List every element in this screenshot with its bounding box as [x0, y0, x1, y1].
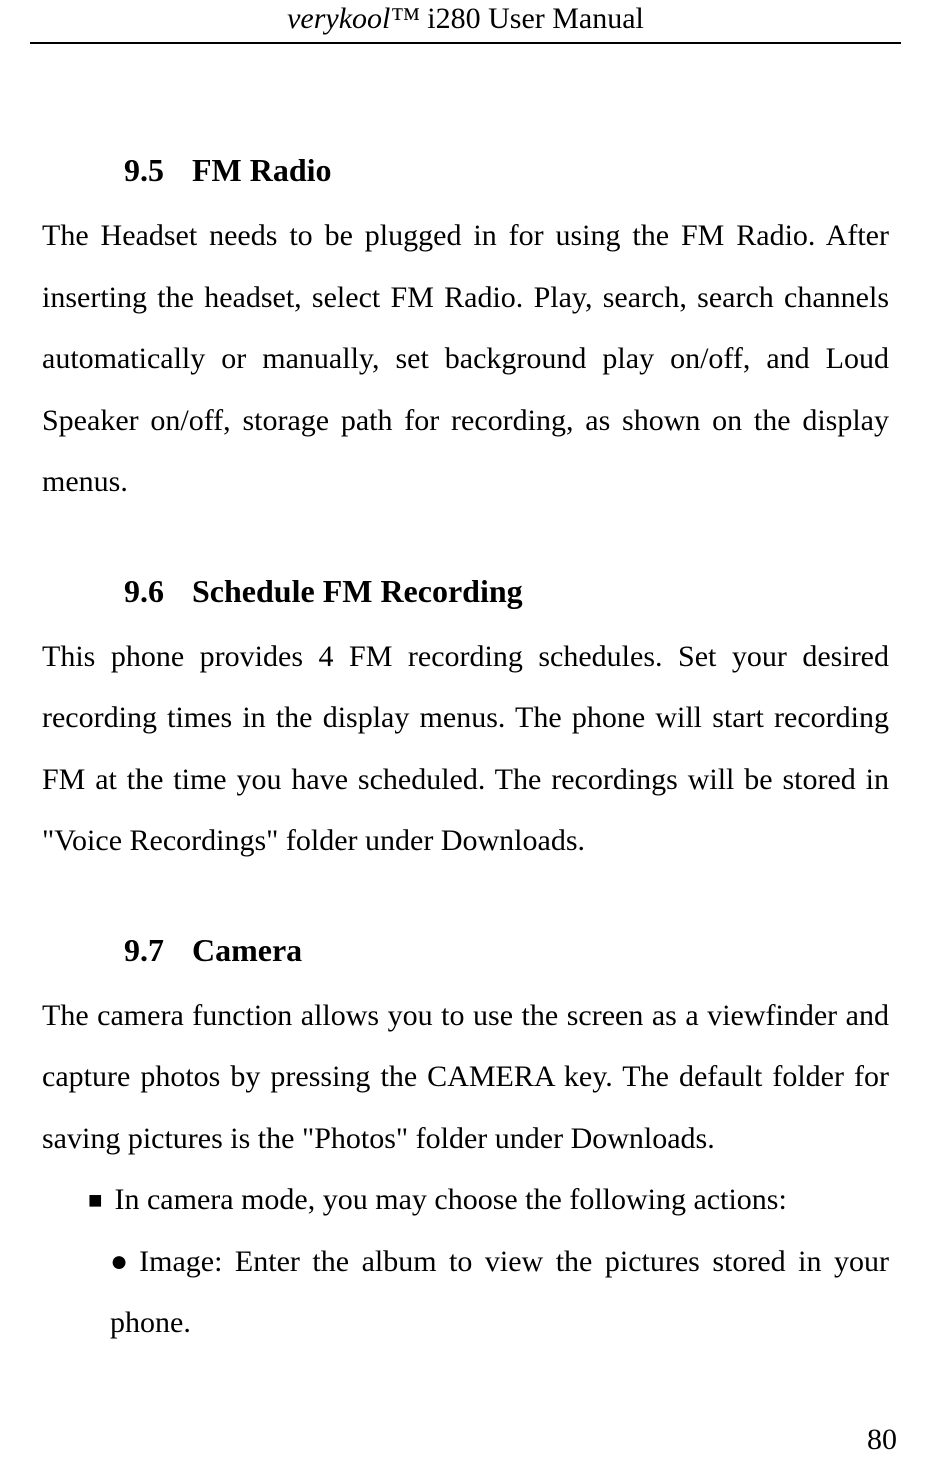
section-number: 9.5 — [124, 152, 164, 189]
page-container: verykool™ i280 User Manual 9.5 FM Radio T… — [0, 0, 931, 1469]
section-heading-schedule-fm: 9.6 Schedule FM Recording — [42, 573, 889, 610]
section-number: 9.6 — [124, 573, 164, 610]
bullet-circle-text: Image: Enter the album to view the pictu… — [110, 1245, 889, 1340]
section-title: Camera — [192, 932, 302, 968]
page-number: 80 — [867, 1423, 897, 1457]
bullet-square-item: In camera mode, you may choose the follo… — [42, 1169, 889, 1231]
section-body-schedule-fm: This phone provides 4 FM recording sched… — [42, 626, 889, 872]
section-body-fm-radio: The Headset needs to be plugged in for u… — [42, 205, 889, 513]
header-divider — [30, 42, 901, 44]
bullet-dot-icon: ● — [110, 1245, 133, 1278]
page-header: verykool™ i280 User Manual — [0, 0, 931, 42]
section-heading-camera: 9.7 Camera — [42, 932, 889, 969]
header-title: verykool™ i280 User Manual — [287, 2, 644, 35]
content-area: 9.5 FM Radio The Headset needs to be plug… — [0, 152, 931, 1354]
bullet-square-text: In camera mode, you may choose the follo… — [115, 1183, 787, 1216]
section-heading-fm-radio: 9.5 FM Radio — [42, 152, 889, 189]
section-body-camera: The camera function allows you to use th… — [42, 985, 889, 1170]
section-number: 9.7 — [124, 932, 164, 969]
brand-name: verykool™ — [287, 2, 420, 35]
bullet-circle-item: ●Image: Enter the album to view the pict… — [42, 1231, 889, 1354]
product-name: i280 User Manual — [420, 2, 644, 35]
section-title: Schedule FM Recording — [192, 573, 523, 609]
section-title: FM Radio — [192, 152, 332, 188]
